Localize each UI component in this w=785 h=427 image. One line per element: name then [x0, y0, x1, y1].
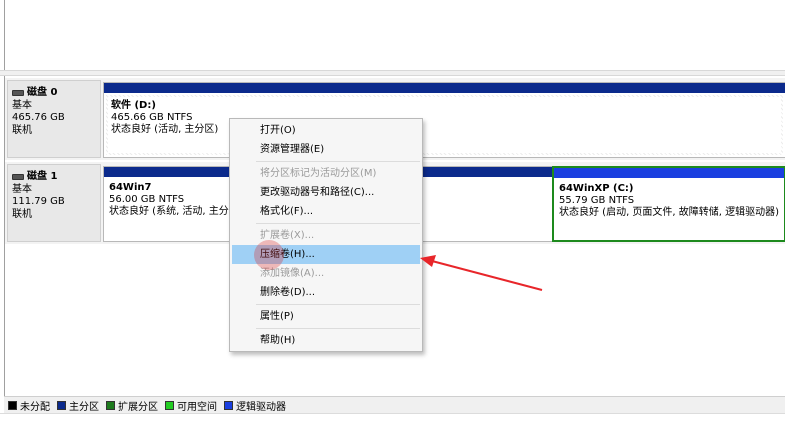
legend-item: 扩展分区 — [106, 398, 158, 413]
volume-block[interactable]: 软件 (D:) 465.66 GB NTFS 状态良好 (活动, 主分区) — [103, 82, 785, 158]
menu-item-delete-volume[interactable]: 删除卷(D)... — [232, 283, 420, 302]
legend-item: 未分配 — [8, 398, 50, 413]
disk-title: 磁盘 1 — [27, 171, 58, 182]
volume-name: 64WinXP (C:) — [559, 183, 634, 194]
volume-size: 55.79 GB NTFS — [559, 195, 635, 206]
status-strip — [0, 413, 785, 427]
disk-status: 联机 — [12, 208, 32, 220]
menu-separator — [256, 161, 420, 162]
disk-label[interactable]: 磁盘 1 基本 111.79 GB 联机 — [7, 164, 101, 242]
volume-list-pane[interactable] — [4, 0, 785, 70]
logical-drive-swatch — [224, 400, 233, 410]
disk-icon — [12, 90, 24, 97]
legend-label: 主分区 — [69, 401, 99, 413]
menu-item-mark-active[interactable]: 将分区标记为活动分区(M) — [232, 164, 420, 183]
legend-item: 逻辑驱动器 — [224, 398, 286, 413]
logical-drive-bar — [554, 168, 784, 178]
legend-item: 主分区 — [57, 398, 99, 413]
context-menu: 打开(O) 资源管理器(E) 将分区标记为活动分区(M) 更改驱动器号和路径(C… — [229, 118, 423, 352]
menu-item-open[interactable]: 打开(O) — [232, 121, 420, 140]
disk-label[interactable]: 磁盘 0 基本 465.76 GB 联机 — [7, 80, 101, 158]
menu-item-format[interactable]: 格式化(F)... — [232, 202, 420, 221]
disk-size: 111.79 GB — [12, 196, 65, 207]
legend-label: 扩展分区 — [118, 401, 158, 413]
disk-title: 磁盘 0 — [27, 87, 58, 98]
cursor-highlight — [254, 240, 284, 270]
menu-separator — [256, 328, 420, 329]
disk-type: 基本 — [12, 99, 32, 111]
unallocated-swatch — [8, 400, 17, 410]
menu-separator — [256, 304, 420, 305]
primary-partition-bar — [104, 83, 785, 93]
volume-status: 状态良好 (启动, 页面文件, 故障转储, 逻辑驱动器) — [559, 207, 780, 218]
extended-swatch — [106, 400, 115, 410]
disk-size: 465.76 GB — [12, 112, 65, 123]
legend: 未分配 主分区 扩展分区 可用空间 逻辑驱动器 — [4, 396, 785, 413]
disk-type: 基本 — [12, 183, 32, 195]
legend-item: 可用空间 — [165, 398, 217, 413]
volume-status: 状态良好 (活动, 主分区) — [111, 124, 219, 135]
menu-item-help[interactable]: 帮助(H) — [232, 331, 420, 350]
menu-item-properties[interactable]: 属性(P) — [232, 307, 420, 326]
disk-icon — [12, 174, 24, 181]
disk-status: 联机 — [12, 124, 32, 136]
volume-size: 465.66 GB NTFS — [111, 112, 193, 123]
primary-swatch — [57, 400, 66, 410]
volume-block[interactable]: 64WinXP (C:) 55.79 GB NTFS 状态良好 (启动, 页面文… — [552, 166, 785, 242]
free-space-swatch — [165, 400, 174, 410]
menu-separator — [256, 223, 420, 224]
menu-item-change-drive-letter[interactable]: 更改驱动器号和路径(C)... — [232, 183, 420, 202]
menu-item-explorer[interactable]: 资源管理器(E) — [232, 140, 420, 159]
legend-label: 可用空间 — [177, 401, 217, 413]
legend-label: 逻辑驱动器 — [236, 401, 286, 413]
legend-label: 未分配 — [20, 401, 50, 413]
volume-name: 软件 (D:) — [111, 100, 156, 111]
